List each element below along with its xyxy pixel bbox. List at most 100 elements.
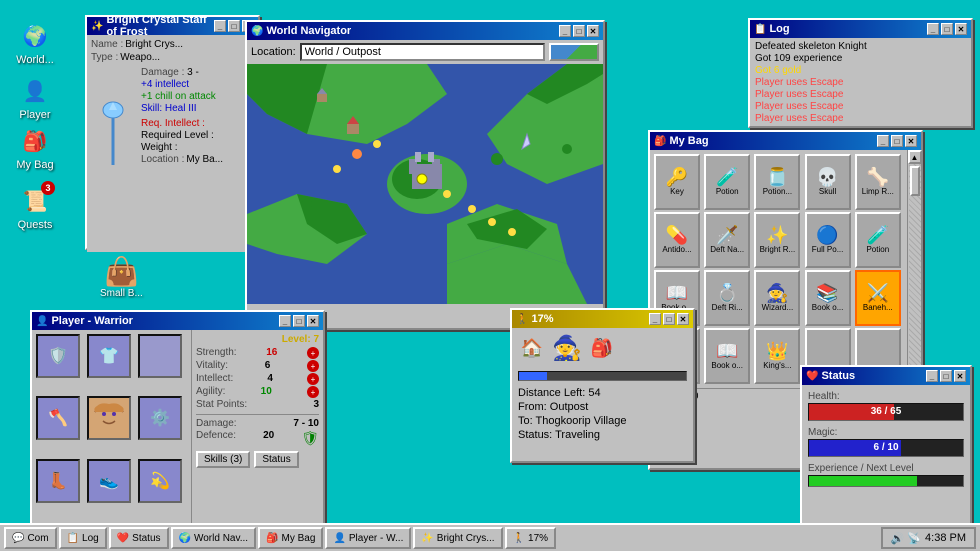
world-nav-location-bar: Location: xyxy=(247,40,603,64)
bright-taskbar-icon: ✨ xyxy=(421,533,433,544)
taskbar-mybag-btn[interactable]: 🎒 My Bag xyxy=(258,527,323,549)
player-slot-8[interactable]: 👟 xyxy=(87,459,131,503)
log-entry-3: Player uses Escape xyxy=(755,77,966,88)
item-name-label: Name : xyxy=(91,39,123,50)
world-nav-win-buttons: _ □ ✕ xyxy=(559,25,599,37)
bag-scroll-up-btn[interactable]: ▲ xyxy=(908,150,922,164)
bag-item-deft-ri[interactable]: 💍Deft Ri... xyxy=(704,270,750,326)
item-minimize-btn[interactable]: _ xyxy=(214,20,226,32)
bag-item-full-po[interactable]: 🔵Full Po... xyxy=(805,212,851,268)
travel-dest-icon: 🎒 xyxy=(588,335,616,363)
log-taskbar-icon: 📋 xyxy=(67,533,79,544)
player-slot-3[interactable] xyxy=(138,334,182,378)
bag-item-deft-nail[interactable]: 🗡️Deft Na... xyxy=(704,212,750,268)
mybag-icon-img: 🎒 xyxy=(19,125,51,157)
small-bag-icon[interactable]: 👜 Small B... xyxy=(100,255,143,299)
taskbar-status-btn[interactable]: ❤️ Status xyxy=(109,527,169,549)
log-entry-1: Got 109 experience xyxy=(755,53,966,64)
bag-scroll-thumb[interactable] xyxy=(910,166,920,196)
taskbar-bright-btn[interactable]: ✨ Bright Crys... xyxy=(413,527,502,549)
mybag-desktop-icon[interactable]: 🎒 My Bag xyxy=(5,125,65,171)
bag-minimize-btn[interactable]: _ xyxy=(877,135,889,147)
player-face-svg xyxy=(89,398,129,438)
bag-item-bright-r[interactable]: ✨Bright R... xyxy=(754,212,800,268)
item-maximize-btn[interactable]: □ xyxy=(228,20,240,32)
bag-item-skull[interactable]: 💀Skull xyxy=(805,154,851,210)
taskbar-player-btn[interactable]: 👤 Player - W... xyxy=(325,527,411,549)
bag-title-left: 🎒 My Bag xyxy=(654,135,709,147)
log-maximize-btn[interactable]: □ xyxy=(941,23,953,35)
bag-maximize-btn[interactable]: □ xyxy=(891,135,903,147)
player-slot-2[interactable]: 👕 xyxy=(87,334,131,378)
status-maximize-btn[interactable]: □ xyxy=(940,370,952,382)
log-minimize-btn[interactable]: _ xyxy=(927,23,939,35)
bag-win-buttons: _ □ ✕ xyxy=(877,135,917,147)
player-slot-1[interactable]: 🛡️ xyxy=(36,334,80,378)
travel-minimize-btn[interactable]: _ xyxy=(649,313,661,325)
status-button[interactable]: Status xyxy=(254,451,298,468)
quests-desktop-icon[interactable]: 📜 3 Quests xyxy=(5,185,65,231)
bag-item-kings[interactable]: 👑King's... xyxy=(754,328,800,384)
player-desktop-icon[interactable]: 👤 Player xyxy=(5,75,65,121)
player-slot-4[interactable]: 🪓 xyxy=(36,396,80,440)
bag-item-wizard[interactable]: 🧙Wizard... xyxy=(754,270,800,326)
bag-item-potion1[interactable]: 🧪Potion xyxy=(704,154,750,210)
item-location-value: My Ba... xyxy=(186,154,223,165)
item-stats-area: Damage : 3 - +4 intellect +1 chill on at… xyxy=(141,67,254,165)
log-entry-4: Player uses Escape xyxy=(755,89,966,100)
player-combat-stats: Damage: 7 - 10 Defence: 20 🛡 xyxy=(196,414,319,447)
world-nav-maximize-btn[interactable]: □ xyxy=(573,25,585,37)
status-titlebar: ❤️ Status _ □ ✕ xyxy=(802,367,970,385)
log-window: 📋 Log _ □ ✕ Defeated skeleton Knight Got… xyxy=(748,18,973,128)
taskbar-worldnav-btn[interactable]: 🌍 World Nav... xyxy=(171,527,257,549)
item-name-row: Name : Bright Crys... xyxy=(91,39,254,50)
status-window: ❤️ Status _ □ ✕ Health: 36 / 65 Magic: 6… xyxy=(800,365,972,540)
world-nav-titlebar: 🌍 World Navigator _ □ ✕ xyxy=(247,22,603,40)
taskbar-travel-btn[interactable]: 🚶 17% xyxy=(505,527,556,549)
world-nav-close-btn[interactable]: ✕ xyxy=(587,25,599,37)
bag-item-book2[interactable]: 📚Book o... xyxy=(805,270,851,326)
player-stats-panel: Level: 7 Strength: 16 + Vitality: 6 + In… xyxy=(192,330,323,523)
player-titlebar: 👤 Player - Warrior _ □ ✕ xyxy=(32,312,323,330)
status-win-buttons: _ □ ✕ xyxy=(926,370,966,382)
player-content: 🛡️ 👕 🪓 ⚙️ 👢 👟 💫 Level: xyxy=(32,330,323,523)
player-title-icon: 👤 xyxy=(36,316,48,327)
player-slot-6[interactable]: ⚙️ xyxy=(138,396,182,440)
vitality-add-btn[interactable]: + xyxy=(307,360,319,372)
world-nav-minimize-btn[interactable]: _ xyxy=(559,25,571,37)
item-damage-row: Damage : 3 - xyxy=(141,67,254,78)
player-title-text: Player - Warrior xyxy=(51,315,133,327)
bag-item-book3[interactable]: 📖Book o... xyxy=(704,328,750,384)
player-slot-9[interactable]: 💫 xyxy=(138,459,182,503)
status-minimize-btn[interactable]: _ xyxy=(926,370,938,382)
world-nav-location-input[interactable] xyxy=(300,43,545,61)
player-close-btn[interactable]: ✕ xyxy=(307,315,319,327)
world-icon[interactable]: 🌍 World... xyxy=(5,20,65,66)
travel-from-row: From: Outpost xyxy=(518,401,687,413)
bag-item-antidote[interactable]: 💊Antido... xyxy=(654,212,700,268)
agility-add-btn[interactable]: + xyxy=(307,386,319,398)
strength-add-btn[interactable]: + xyxy=(307,347,319,359)
status-close-btn[interactable]: ✕ xyxy=(954,370,966,382)
bag-close-btn[interactable]: ✕ xyxy=(905,135,917,147)
travel-close-btn[interactable]: ✕ xyxy=(677,313,689,325)
bag-item-potion3[interactable]: 🧪Potion xyxy=(855,212,901,268)
item-content: Name : Bright Crys... Type : Weapo... Da… xyxy=(87,35,258,252)
skills-button[interactable]: Skills (3) xyxy=(196,451,250,468)
taskbar-log-btn[interactable]: 📋 Log xyxy=(59,527,107,549)
log-close-btn[interactable]: ✕ xyxy=(955,23,967,35)
bag-icon: 🎒 xyxy=(654,136,666,147)
bag-item-baneh[interactable]: ⚔️Baneh... xyxy=(855,270,901,326)
taskbar-com-btn[interactable]: 💬 Com xyxy=(4,527,57,549)
item-weight-row: Weight : xyxy=(141,142,254,153)
intellect-add-btn[interactable]: + xyxy=(307,373,319,385)
player-minimize-btn[interactable]: _ xyxy=(279,315,291,327)
player-slot-7[interactable]: 👢 xyxy=(36,459,80,503)
map-area[interactable] xyxy=(247,64,603,304)
bag-item-limb[interactable]: 🦴Limp R... xyxy=(855,154,901,210)
bag-item-potion2[interactable]: 🫙Potion... xyxy=(754,154,800,210)
player-equipment-grid: 🛡️ 👕 🪓 ⚙️ 👢 👟 💫 xyxy=(32,330,192,523)
player-maximize-btn[interactable]: □ xyxy=(293,315,305,327)
bag-item-key[interactable]: 🔑Key xyxy=(654,154,700,210)
travel-maximize-btn[interactable]: □ xyxy=(663,313,675,325)
